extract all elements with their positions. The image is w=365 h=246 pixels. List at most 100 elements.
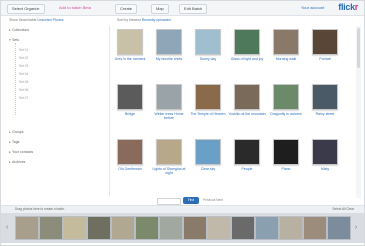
sidebar-set-1[interactable]: Set 01 xyxy=(19,48,28,53)
photo-caption[interactable]: Dragonfly in autumn xyxy=(267,112,305,116)
sidebar-set-4[interactable]: Set 04 xyxy=(19,72,28,77)
photo-caption[interactable]: Clear sky xyxy=(189,167,227,171)
photo-thumbnail[interactable] xyxy=(234,139,260,165)
photo-cell[interactable]: Morning walk xyxy=(267,27,305,72)
strip-photo[interactable] xyxy=(135,216,159,240)
photo-caption[interactable]: Glass of light and joy xyxy=(228,57,266,61)
sidebar-set-6[interactable]: Set 06 xyxy=(19,88,28,93)
photo-caption[interactable]: Morning walk xyxy=(267,57,305,61)
photo-caption[interactable]: Sunny day xyxy=(189,57,227,61)
tray-actions[interactable]: Select All Clear xyxy=(332,207,354,212)
photo-cell[interactable]: The Temple of Heaven xyxy=(189,82,227,127)
sidebar-item-contacts[interactable]: ▸Your contacts xyxy=(9,150,33,155)
pager-text[interactable]: Previous Next xyxy=(203,198,223,203)
photo-cell[interactable]: Winter trees Home before xyxy=(150,82,188,127)
photo-thumbnail[interactable] xyxy=(273,84,299,110)
photo-cell[interactable]: Misty xyxy=(306,137,344,182)
find-button[interactable]: Find xyxy=(183,197,199,204)
photo-thumbnail[interactable] xyxy=(312,29,338,55)
photo-cell[interactable]: Dragonfly in autumn xyxy=(267,82,305,127)
sidebar-set-5[interactable]: Set 05 xyxy=(19,80,28,85)
photo-caption[interactable]: Grey in the moment xyxy=(111,57,149,61)
photo-thumbnail[interactable] xyxy=(195,84,221,110)
photo-caption[interactable]: Bridge xyxy=(111,112,149,116)
photo-thumbnail[interactable] xyxy=(312,139,338,165)
photo-thumbnail[interactable] xyxy=(117,29,143,55)
photo-cell[interactable]: Grey in the moment xyxy=(111,27,149,72)
sidebar-label: Archives xyxy=(12,160,26,164)
photo-cell[interactable]: Lights of Shanghai at night xyxy=(150,137,188,182)
photo-caption[interactable]: Piano xyxy=(267,167,305,171)
photo-cell[interactable]: Sunny day xyxy=(189,27,227,72)
strip-photo[interactable] xyxy=(231,216,255,240)
photo-cell[interactable]: Bridge xyxy=(111,82,149,127)
sidebar-set-3[interactable]: Set 03 xyxy=(19,64,28,69)
photo-caption[interactable]: The Temple of Heaven xyxy=(189,112,227,116)
sidebar-item-groups[interactable]: ▸Groups xyxy=(9,130,23,135)
photo-thumbnail[interactable] xyxy=(117,84,143,110)
select-organizr-button[interactable]: Select Organizr xyxy=(7,4,45,14)
strip-photo[interactable] xyxy=(255,216,279,240)
photo-caption[interactable]: Old Gentleman xyxy=(111,167,149,171)
strip-photo[interactable] xyxy=(159,216,183,240)
photo-cell[interactable]: Rainy street xyxy=(306,82,344,127)
photo-caption[interactable]: Portrait xyxy=(306,57,344,61)
vertical-scrollbar[interactable] xyxy=(356,26,361,198)
photo-caption[interactable]: My favorite shots xyxy=(150,57,188,61)
photo-thumbnail[interactable] xyxy=(312,84,338,110)
photo-caption[interactable]: People xyxy=(228,167,266,171)
sidebar-item-sets[interactable]: ▾Sets xyxy=(9,38,19,43)
strip-photo[interactable] xyxy=(303,216,327,240)
photo-cell[interactable]: Portrait xyxy=(306,27,344,72)
photo-thumbnail[interactable] xyxy=(156,84,182,110)
photo-cell[interactable]: Old Gentleman xyxy=(111,137,149,182)
sidebar-set-2[interactable]: Set 02 xyxy=(19,56,28,61)
strip-photo[interactable] xyxy=(111,216,135,240)
panel-divider[interactable] xyxy=(109,26,110,196)
photo-thumbnail[interactable] xyxy=(195,139,221,165)
photo-thumbnail[interactable] xyxy=(195,29,221,55)
photo-thumbnail[interactable] xyxy=(117,139,143,165)
strip-photo[interactable] xyxy=(279,216,303,240)
strip-photo[interactable] xyxy=(183,216,207,240)
sidebar-set-7[interactable]: Set 07 xyxy=(19,96,28,101)
photo-thumbnail[interactable] xyxy=(234,84,260,110)
scrollbar-thumb[interactable] xyxy=(357,28,360,68)
search-field[interactable] xyxy=(157,198,181,205)
photo-cell[interactable]: Glass of light and joy xyxy=(228,27,266,72)
strip-photo[interactable] xyxy=(87,216,111,240)
account-link[interactable]: Your account xyxy=(301,4,324,12)
photo-cell[interactable]: Clear sky xyxy=(189,137,227,182)
map-button[interactable]: Map xyxy=(151,4,169,14)
photo-thumbnail[interactable] xyxy=(273,29,299,55)
add-to-batch-link[interactable]: Add to batch Beta xyxy=(59,4,91,12)
edit-batch-button[interactable]: Edit Batch xyxy=(179,4,208,14)
photo-caption[interactable]: Lights of Shanghai at night xyxy=(150,167,188,175)
photo-caption[interactable]: Yoshiko at the mountain xyxy=(228,112,266,116)
create-button[interactable]: Create xyxy=(115,4,138,14)
photo-caption[interactable]: Rainy street xyxy=(306,112,344,116)
unsorted-link[interactable]: Unsorted Photos xyxy=(37,18,63,22)
sidebar-item-archives[interactable]: ▸Archives xyxy=(9,160,25,165)
strip-photo[interactable] xyxy=(15,216,39,240)
photo-thumbnail[interactable] xyxy=(156,139,182,165)
sidebar-item-collections[interactable]: ▸Collections xyxy=(9,28,29,33)
photo-cell[interactable]: Yoshiko at the mountain xyxy=(228,82,266,127)
strip-photo[interactable] xyxy=(207,216,231,240)
photo-caption[interactable]: Winter trees Home before xyxy=(150,112,188,120)
photo-cell[interactable]: My favorite shots xyxy=(150,27,188,72)
photo-thumbnail[interactable] xyxy=(156,29,182,55)
photo-caption[interactable]: Misty xyxy=(306,167,344,171)
strip-photo[interactable] xyxy=(327,216,351,240)
scroll-right-icon[interactable]: › xyxy=(353,223,359,233)
strip-photo[interactable] xyxy=(63,216,87,240)
recently-uploaded-link[interactable]: Recently uploaded xyxy=(142,18,171,22)
sidebar-item-tags[interactable]: ▸Tags xyxy=(9,140,19,145)
photo-thumbnail[interactable] xyxy=(234,29,260,55)
photo-cell[interactable]: Piano xyxy=(267,137,305,182)
flickr-logo[interactable]: flickr xyxy=(338,2,358,12)
scroll-left-icon[interactable]: ‹ xyxy=(4,223,10,233)
strip-photo[interactable] xyxy=(39,216,63,240)
photo-cell[interactable]: People xyxy=(228,137,266,182)
photo-thumbnail[interactable] xyxy=(273,139,299,165)
